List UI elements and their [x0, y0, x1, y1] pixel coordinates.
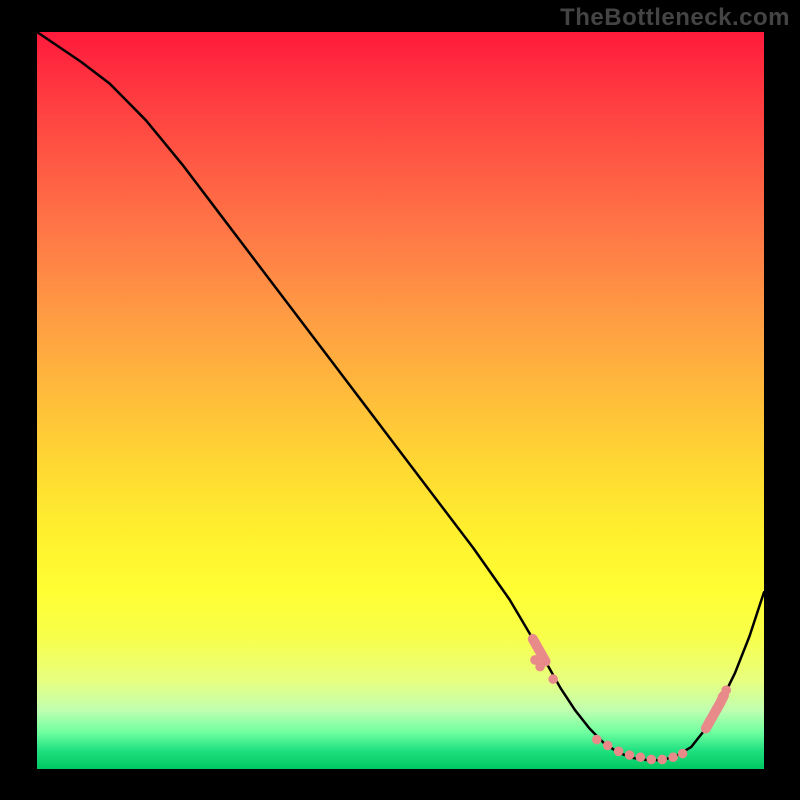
plot-area — [37, 32, 764, 769]
highlight-dot — [592, 735, 602, 745]
highlight-dot — [705, 716, 715, 726]
highlight-dot — [535, 662, 545, 672]
highlight-dot — [614, 747, 624, 757]
highlight-dot — [647, 755, 657, 765]
attribution-text: TheBottleneck.com — [560, 4, 790, 32]
highlight-dot — [548, 674, 558, 684]
highlight-dot — [603, 741, 613, 751]
highlight-dot — [678, 749, 688, 759]
highlight-dot — [712, 704, 722, 714]
chart-svg — [37, 32, 764, 769]
highlight-dot — [657, 755, 667, 765]
highlight-dot — [636, 752, 646, 762]
chart-frame: TheBottleneck.com — [0, 0, 800, 800]
highlight-dot — [625, 750, 635, 760]
highlight-dot — [721, 685, 731, 695]
highlight-dot — [668, 752, 678, 762]
optimal-range-highlight — [530, 639, 731, 764]
bottleneck-curve — [37, 32, 764, 760]
